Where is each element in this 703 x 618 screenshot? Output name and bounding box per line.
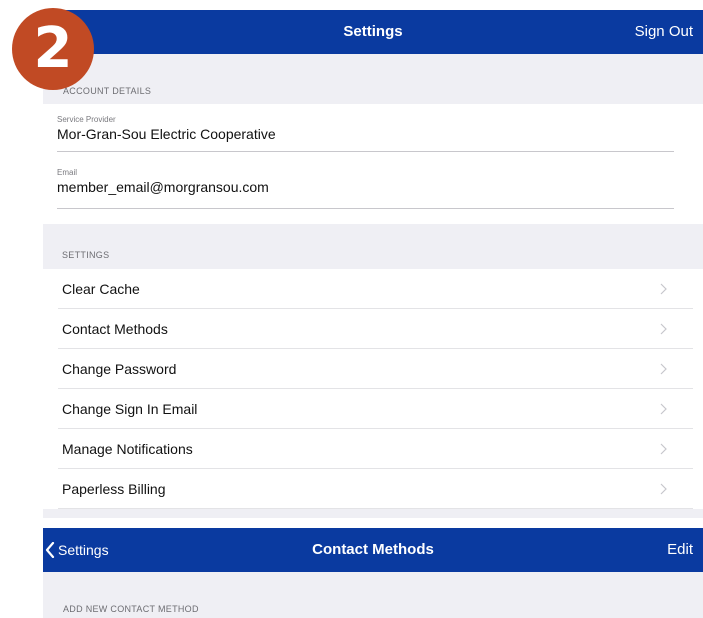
settings-screen: Settings Sign Out ACCOUNT DETAILS Servic… bbox=[43, 10, 703, 518]
contact-methods-row[interactable]: Contact Methods bbox=[43, 309, 703, 349]
contact-methods-screen: Settings Contact Methods Edit ADD NEW CO… bbox=[43, 528, 703, 618]
sign-out-button[interactable]: Sign Out bbox=[635, 10, 693, 54]
add-new-contact-method-header: ADD NEW CONTACT METHOD bbox=[63, 604, 199, 614]
change-password-row[interactable]: Change Password bbox=[43, 349, 703, 389]
nav-title: Settings bbox=[343, 23, 403, 40]
nav-title: Contact Methods bbox=[312, 541, 434, 558]
chevron-right-icon bbox=[660, 483, 667, 495]
row-label: Manage Notifications bbox=[62, 441, 193, 457]
chevron-right-icon bbox=[660, 363, 667, 375]
change-sign-in-email-row[interactable]: Change Sign In Email bbox=[43, 389, 703, 429]
email-field[interactable]: Email member_email@morgransou.com bbox=[57, 168, 674, 209]
paperless-billing-row[interactable]: Paperless Billing bbox=[43, 469, 703, 509]
clear-cache-row[interactable]: Clear Cache bbox=[43, 269, 703, 309]
service-provider-value: Mor-Gran-Sou Electric Cooperative bbox=[57, 126, 276, 142]
account-details-group: Service Provider Mor-Gran-Sou Electric C… bbox=[43, 104, 703, 224]
chevron-right-icon bbox=[660, 443, 667, 455]
manage-notifications-row[interactable]: Manage Notifications bbox=[43, 429, 703, 469]
row-label: Contact Methods bbox=[62, 321, 168, 337]
settings-navbar: Settings Sign Out bbox=[43, 10, 703, 54]
settings-section-header: SETTINGS bbox=[62, 250, 110, 260]
contact-methods-navbar: Settings Contact Methods Edit bbox=[43, 528, 703, 572]
email-label: Email bbox=[57, 168, 78, 177]
step-number: 2 bbox=[33, 16, 73, 81]
settings-list: Clear Cache Contact Methods Change Passw… bbox=[43, 269, 703, 509]
row-label: Change Password bbox=[62, 361, 177, 377]
account-details-header: ACCOUNT DETAILS bbox=[63, 86, 152, 96]
edit-button[interactable]: Edit bbox=[667, 528, 693, 572]
service-provider-label: Service Provider bbox=[57, 115, 116, 124]
service-provider-field[interactable]: Service Provider Mor-Gran-Sou Electric C… bbox=[57, 115, 674, 152]
step-number-badge: 2 bbox=[12, 8, 94, 90]
chevron-right-icon bbox=[660, 323, 667, 335]
row-label: Change Sign In Email bbox=[62, 401, 198, 417]
email-value: member_email@morgransou.com bbox=[57, 179, 269, 195]
chevron-right-icon bbox=[660, 403, 667, 415]
chevron-right-icon bbox=[660, 283, 667, 295]
row-label: Clear Cache bbox=[62, 281, 140, 297]
row-label: Paperless Billing bbox=[62, 481, 166, 497]
